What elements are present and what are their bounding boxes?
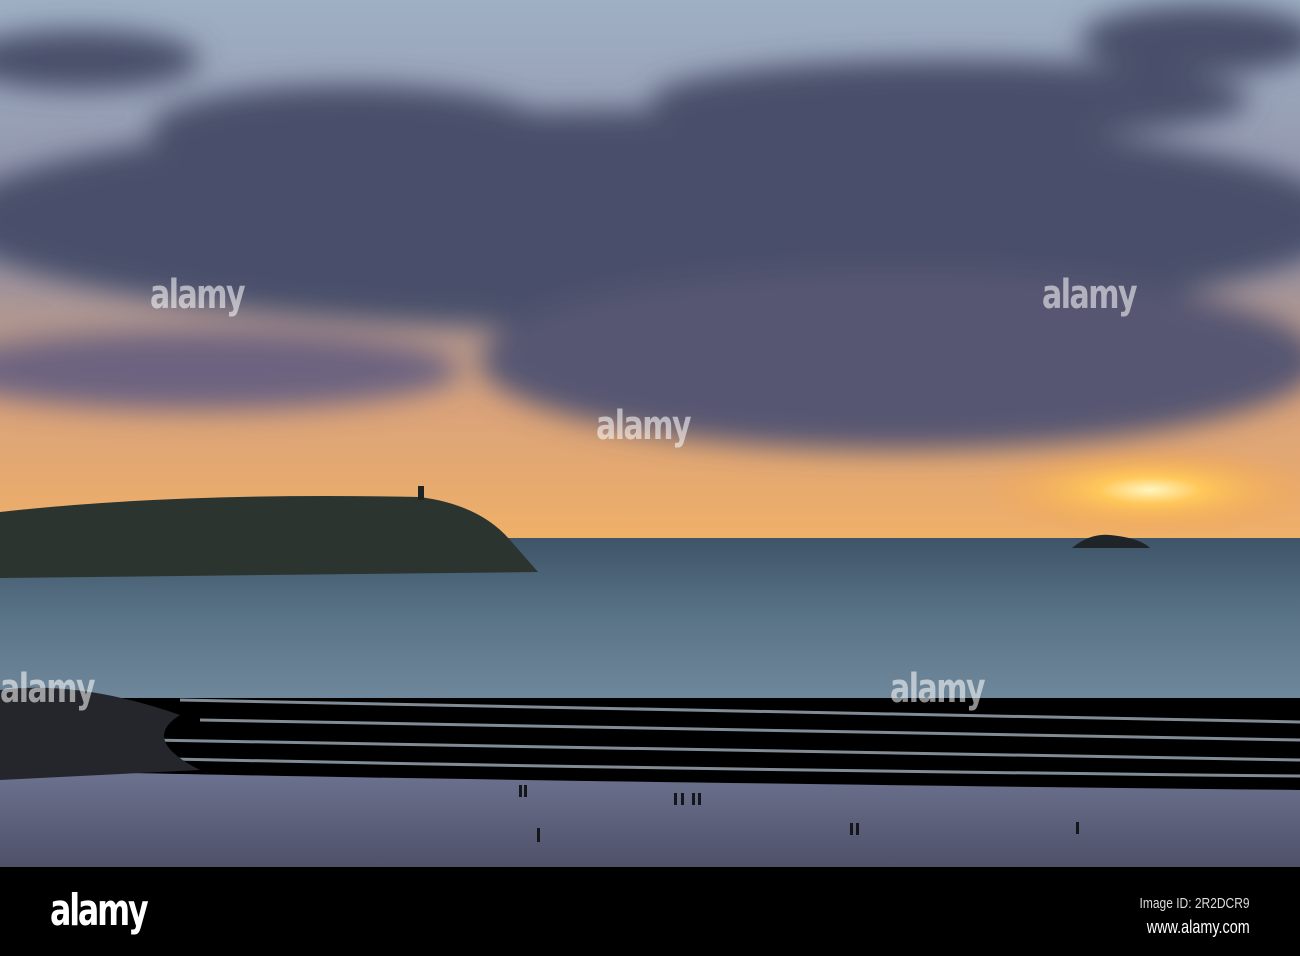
tower [418,486,424,500]
watermark: alamy [890,666,986,712]
waves [119,698,1300,778]
site-url: www.alamy.com [1147,917,1250,937]
alamy-logo: alamy [50,885,149,936]
image-id: Image ID: 2R2DCR9 [1139,895,1250,912]
watermark: alamy [150,272,246,318]
watermark: alamy [0,666,96,712]
headland [0,496,538,578]
footer-bar: alamy Image ID: 2R2DCR9 www.alamy.com [0,867,1300,956]
stock-photo: alamy alamy alamy alamy alamy alamy Imag… [0,0,1300,956]
beach [0,770,1300,867]
watermark: alamy [1042,272,1138,318]
watermark: alamy [596,403,692,449]
